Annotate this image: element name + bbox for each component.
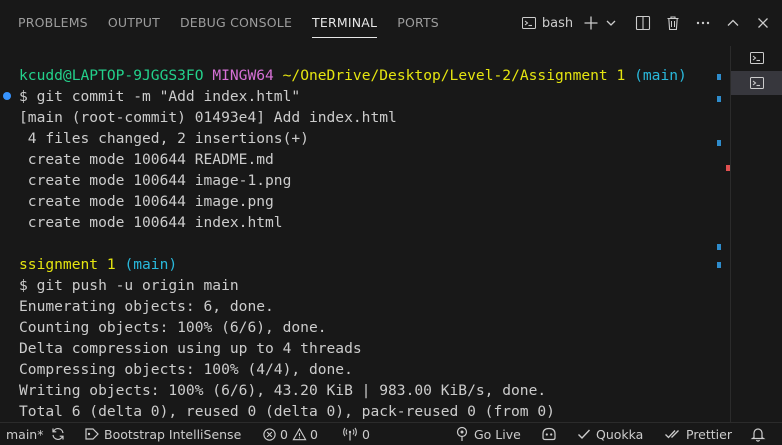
broadcast-icon [454, 426, 470, 442]
status-bar: main* Bootstrap IntelliSense 0 0 0 Go Li… [0, 422, 782, 444]
prompt-line: kcudd@LAPTOP-9JGGS3FO MINGW64 ~/OneDrive… [19, 65, 687, 86]
tab-terminal[interactable]: TERMINAL [302, 0, 387, 46]
error-count: 0 [280, 426, 288, 442]
account-button[interactable] [540, 423, 558, 445]
prompt-shell: MINGW64 [212, 67, 274, 84]
ruler-mark [717, 74, 721, 80]
warning-icon [292, 427, 307, 442]
prompt-path: ~/OneDrive/Desktop/Level-2/Assignment 1 [282, 67, 626, 84]
antenna-icon [342, 426, 358, 442]
quokka-button[interactable]: Quokka [576, 423, 643, 445]
bootstrap-intellisense-status[interactable]: Bootstrap IntelliSense [84, 423, 241, 445]
plus-icon [583, 15, 599, 31]
sync-button[interactable] [50, 423, 66, 445]
prettier-label: Prettier [686, 426, 732, 442]
terminal-name: bash [541, 15, 574, 31]
new-terminal-button[interactable] [580, 0, 602, 46]
terminal-icon [749, 50, 765, 66]
terminal-icon [521, 15, 537, 31]
terminal-instance-2[interactable] [731, 71, 782, 95]
prompt-user: kcudd@LAPTOP-9JGGS3FO [19, 67, 204, 84]
problems-status[interactable]: 0 0 [262, 423, 318, 445]
output-line: Writing objects: 100% (6/6), 43.20 KiB |… [19, 382, 547, 399]
chevron-up-icon [726, 16, 740, 30]
prettier-button[interactable]: Prettier [664, 423, 732, 445]
prompt-branch: (main) [124, 256, 178, 273]
split-terminal-button[interactable] [628, 0, 658, 46]
terminal-icon [749, 75, 765, 91]
chevron-down-icon [605, 17, 617, 29]
split-icon [635, 15, 651, 31]
tab-debug-console[interactable]: DEBUG CONSOLE [170, 0, 302, 46]
terminal-selector[interactable]: bash [518, 0, 576, 46]
terminal-tabs-list [730, 46, 782, 422]
prompt-branch: (main) [634, 67, 687, 84]
output-line: Delta compression using up to 4 threads [19, 340, 362, 357]
check-icon [576, 426, 592, 442]
warning-count: 0 [309, 426, 318, 442]
terminal-scrollbar[interactable] [716, 46, 730, 422]
output-line: create mode 100644 index.html [19, 214, 283, 231]
terminal-instance-1[interactable] [731, 46, 782, 70]
output-line: 4 files changed, 2 insertions(+) [19, 130, 309, 147]
output-line: [main (root-commit) 01493e4] Add index.h… [19, 109, 397, 126]
more-actions-button[interactable] [688, 0, 718, 46]
terminal-dropdown-button[interactable] [602, 0, 620, 46]
panel-actions: bash [518, 0, 782, 46]
ports-status[interactable]: 0 [342, 423, 370, 445]
tab-ports[interactable]: PORTS [387, 0, 449, 46]
output-line: create mode 100644 image.png [19, 193, 274, 210]
ruler-mark [717, 96, 721, 102]
copilot-icon [540, 426, 558, 442]
quokka-label: Quokka [596, 426, 644, 442]
close-panel-button[interactable] [748, 0, 778, 46]
error-icon [262, 427, 277, 442]
command-decoration-icon[interactable] [3, 92, 11, 100]
terminal-output[interactable]: kcudd@LAPTOP-9JGGS3FO MINGW64 ~/OneDrive… [0, 46, 716, 422]
ruler-mark [717, 262, 721, 268]
close-icon [756, 16, 770, 30]
output-line: Compressing objects: 100% (4/4), done. [19, 361, 353, 378]
trash-icon [665, 15, 681, 31]
tab-problems[interactable]: PROBLEMS [8, 0, 98, 46]
go-live-label: Go Live [474, 426, 521, 442]
kill-terminal-button[interactable] [658, 0, 688, 46]
ruler-mark [717, 140, 721, 146]
branch-name: main* [6, 426, 44, 442]
output-line: create mode 100644 image-1.png [19, 172, 292, 189]
bootstrap-icon [84, 426, 100, 442]
tab-output[interactable]: OUTPUT [98, 0, 170, 46]
bootstrap-label: Bootstrap IntelliSense [104, 426, 242, 442]
bell-icon [750, 426, 766, 442]
panel-tabs: PROBLEMS OUTPUT DEBUG CONSOLE TERMINAL P… [0, 0, 449, 46]
ellipsis-icon [695, 15, 711, 31]
double-check-icon [664, 426, 682, 442]
output-line: Counting objects: 100% (6/6), done. [19, 319, 327, 336]
command-line: $ git commit -m "Add index.html" [19, 88, 301, 105]
panel-header: PROBLEMS OUTPUT DEBUG CONSOLE TERMINAL P… [0, 0, 782, 46]
maximize-panel-button[interactable] [718, 0, 748, 46]
output-line: Total 6 (delta 0), reused 0 (delta 0), p… [19, 403, 555, 420]
command-line: $ git push -u origin main [19, 277, 239, 294]
output-line: Enumerating objects: 6, done. [19, 298, 274, 315]
ruler-mark [717, 244, 721, 250]
ports-count: 0 [362, 426, 370, 442]
prompt-line: ssignment 1 (main) [19, 254, 177, 275]
prompt-path: ssignment 1 [19, 256, 116, 273]
go-live-button[interactable]: Go Live [454, 423, 521, 445]
branch-status[interactable]: main* [6, 423, 43, 445]
sync-icon [50, 426, 66, 442]
notifications-button[interactable] [750, 423, 766, 445]
output-line: create mode 100644 README.md [19, 151, 274, 168]
